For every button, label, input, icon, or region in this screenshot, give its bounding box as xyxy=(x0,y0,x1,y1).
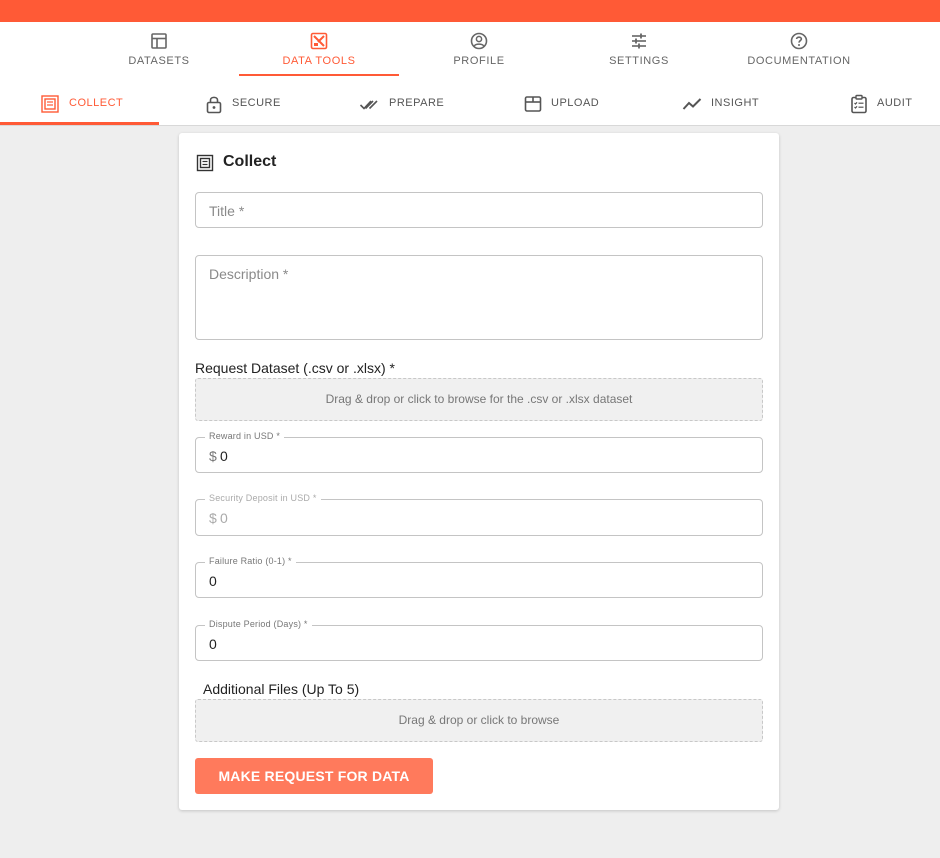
additional-files-dropzone[interactable]: Drag & drop or click to browse xyxy=(195,699,763,742)
additional-files-label: Additional Files (Up To 5) xyxy=(203,681,360,697)
security-deposit-label: Security Deposit in USD * xyxy=(205,493,321,503)
make-request-button[interactable]: MAKE REQUEST FOR DATA xyxy=(195,758,433,794)
title-field[interactable]: Title * xyxy=(195,192,763,228)
lock-icon xyxy=(206,96,222,114)
table-icon xyxy=(151,33,167,49)
help-circle-icon xyxy=(790,32,808,50)
title-placeholder: Title * xyxy=(209,203,245,219)
active-subtab-indicator xyxy=(0,122,159,125)
nav-tab-label: DATASETS xyxy=(128,55,190,67)
subnav-tab-collect[interactable]: COLLECT xyxy=(40,84,130,124)
currency-prefix: $ xyxy=(209,448,217,464)
card-title: Collect xyxy=(223,153,277,170)
subnav-tab-label: INSIGHT xyxy=(711,97,760,109)
subnav-tab-secure[interactable]: SECURE xyxy=(204,84,284,124)
top-accent-bar xyxy=(0,0,940,22)
subnav-tab-insight[interactable]: INSIGHT xyxy=(682,84,762,124)
dispute-period-input[interactable]: 0 xyxy=(209,636,709,652)
subnav-tab-label: SECURE xyxy=(232,97,281,109)
tools-icon xyxy=(310,32,328,50)
main-nav: DATASETS DATA TOOLS PROFILE SETTINGS DOC… xyxy=(0,22,940,84)
trend-line-icon xyxy=(682,98,702,110)
failure-ratio-input[interactable]: 0 xyxy=(209,573,709,589)
nav-tab-data-tools[interactable]: DATA TOOLS xyxy=(239,22,399,76)
user-circle-icon xyxy=(470,32,488,50)
nav-tab-label: DOCUMENTATION xyxy=(747,55,851,67)
nav-tab-profile[interactable]: PROFILE xyxy=(399,22,559,76)
subnav-tab-upload[interactable]: UPLOAD xyxy=(523,84,603,124)
reward-label: Reward in USD * xyxy=(205,431,285,441)
subnav-tab-label: COLLECT xyxy=(69,97,124,109)
reward-input[interactable]: 0 xyxy=(220,448,720,464)
subnav-tab-label: PREPARE xyxy=(389,97,445,109)
nav-tab-settings[interactable]: SETTINGS xyxy=(559,22,719,76)
request-dataset-label: Request Dataset (.csv or .xlsx) * xyxy=(195,360,395,376)
subnav-tab-prepare[interactable]: PREPARE xyxy=(359,84,449,124)
subnav-tab-label: UPLOAD xyxy=(551,97,600,109)
dispute-period-field[interactable]: Dispute Period (Days) * 0 xyxy=(195,619,763,661)
nav-tab-label: DATA TOOLS xyxy=(282,55,356,67)
failure-ratio-field[interactable]: Failure Ratio (0-1) * 0 xyxy=(195,556,763,598)
subnav-tab-audit[interactable]: AUDIT xyxy=(849,84,919,124)
double-check-icon xyxy=(359,100,378,110)
reward-field[interactable]: Reward in USD * $ 0 xyxy=(195,431,763,473)
dispute-period-label: Dispute Period (Days) * xyxy=(205,619,312,629)
security-deposit-field: Security Deposit in USD * $ 0 xyxy=(195,493,763,536)
collect-icon xyxy=(41,95,59,113)
nav-tab-documentation[interactable]: DOCUMENTATION xyxy=(719,22,879,76)
box-icon xyxy=(524,96,542,112)
description-field[interactable]: Description * xyxy=(195,255,763,340)
currency-prefix: $ xyxy=(209,510,217,526)
description-placeholder: Description * xyxy=(209,266,289,282)
nav-tab-datasets[interactable]: DATASETS xyxy=(79,22,239,76)
nav-tab-label: PROFILE xyxy=(453,55,505,67)
collect-form-card: Collect Title * Description * Request Da… xyxy=(179,133,779,810)
security-deposit-input: 0 xyxy=(220,510,228,526)
subnav-tab-label: AUDIT xyxy=(877,97,913,109)
tools-subnav: COLLECT SECURE PREPARE UPLOAD INSIGHT AU… xyxy=(0,84,940,126)
collect-icon xyxy=(196,154,214,172)
clipboard-icon xyxy=(851,94,867,114)
dataset-dropzone[interactable]: Drag & drop or click to browse for the .… xyxy=(195,378,763,421)
sliders-icon xyxy=(632,33,646,49)
failure-ratio-label: Failure Ratio (0-1) * xyxy=(205,556,296,566)
active-tab-indicator xyxy=(239,74,399,76)
nav-tab-label: SETTINGS xyxy=(609,55,669,67)
